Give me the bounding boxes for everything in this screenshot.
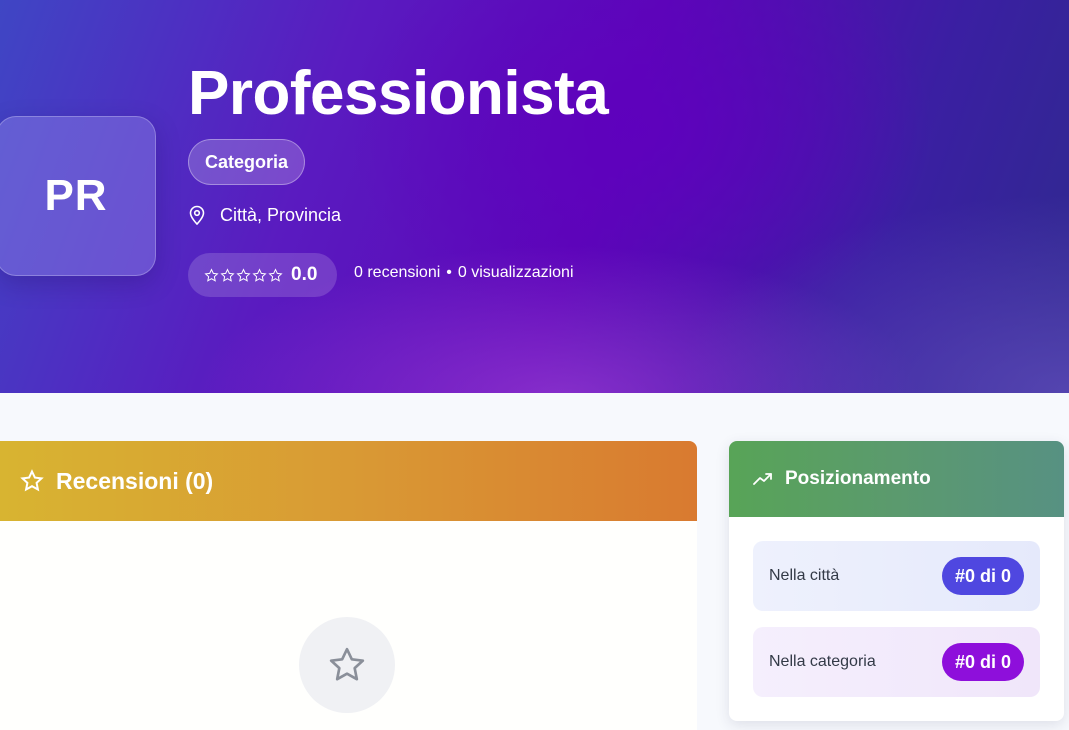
- reviews-card: Recensioni (0): [0, 441, 697, 730]
- positioning-card: Posizionamento Nella città #0 di 0 Nella…: [729, 441, 1064, 721]
- positioning-header: Posizionamento: [729, 441, 1064, 517]
- views-count: 0 visualizzazioni: [457, 264, 574, 281]
- rank-row-category: Nella categoria #0 di 0: [753, 627, 1040, 697]
- rank-label-category: Nella categoria: [769, 653, 876, 670]
- stats-separator: •: [446, 264, 452, 281]
- reviews-count: 0 recensioni: [354, 264, 441, 281]
- star-icon: [204, 267, 219, 282]
- map-pin-icon: [189, 205, 205, 225]
- star-icon: [236, 267, 251, 282]
- positioning-title: Posizionamento: [785, 468, 931, 489]
- profile-stats: 0 recensioni • 0 visualizzazioni: [354, 264, 574, 282]
- star-icon: [20, 469, 44, 492]
- reviews-header: Recensioni (0): [0, 441, 697, 521]
- star-icon: [329, 647, 365, 681]
- location: Città, Provincia: [188, 203, 341, 227]
- star-icon: [252, 267, 267, 282]
- rank-row-city: Nella città #0 di 0: [753, 541, 1040, 611]
- empty-reviews-placeholder: [299, 617, 395, 713]
- avatar: PR: [0, 116, 156, 276]
- category-badge[interactable]: Categoria: [188, 139, 306, 185]
- rank-label-city: Nella città: [769, 567, 840, 584]
- location-text: Città, Provincia: [220, 204, 342, 225]
- reviews-title: Recensioni (0): [56, 467, 214, 494]
- star-icon: [268, 267, 283, 282]
- trending-up-icon: [753, 473, 772, 485]
- rating-stars: [204, 267, 283, 283]
- rating-pill: 0.0: [188, 253, 337, 297]
- star-icon: [220, 267, 235, 282]
- rating-value: 0.0: [291, 264, 318, 285]
- rank-badge-category: #0 di 0: [941, 643, 1024, 681]
- rank-badge-city: #0 di 0: [941, 557, 1024, 595]
- page-title: Professionista: [188, 59, 609, 128]
- profile-hero: PR Professionista Categoria Città, Provi…: [0, 0, 1069, 393]
